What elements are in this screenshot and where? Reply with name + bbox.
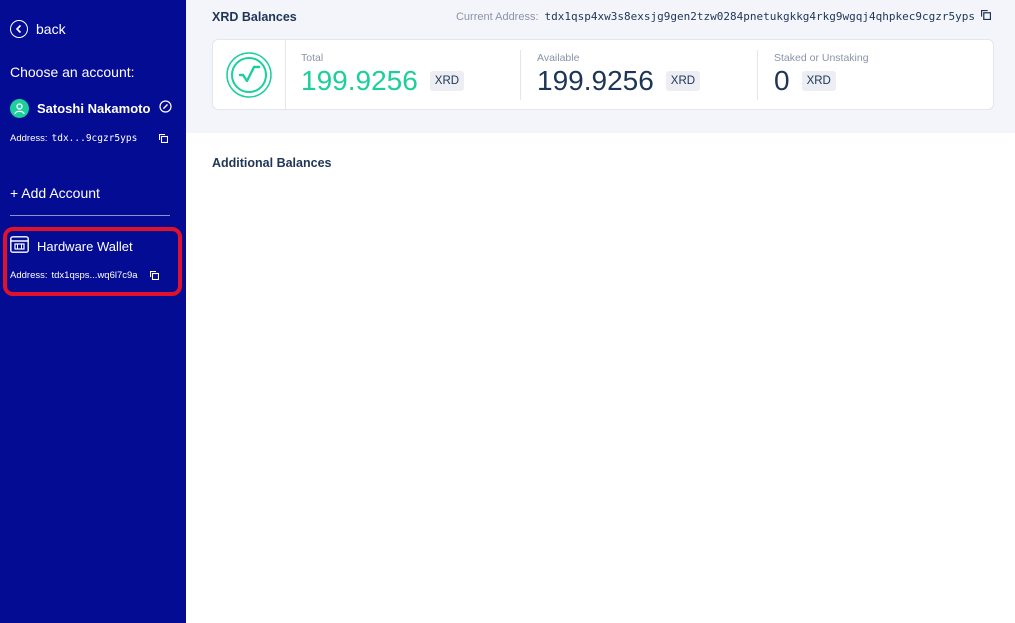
total-balance: Total 199.9256 XRD (301, 52, 465, 96)
sidebar: back Choose an account: Satoshi Nakamoto… (0, 0, 186, 623)
copy-icon[interactable] (980, 9, 992, 23)
divider (520, 50, 521, 100)
current-address-label: Current Address: (455, 10, 539, 23)
user-avatar-icon (10, 99, 29, 118)
page-title: XRD Balances (212, 10, 297, 24)
available-label: Available (537, 52, 580, 64)
account-address-row: Address: tdx...9cgzr5yps (10, 133, 169, 144)
hardware-wallet-icon (10, 236, 29, 256)
total-label: Total (301, 52, 324, 64)
hardware-wallet-item[interactable]: Hardware Wallet (10, 236, 133, 256)
back-label: back (36, 21, 66, 37)
radix-logo-icon (213, 40, 286, 109)
hardware-wallet-address-row: Address: tdx1qsps...wq6l7c9a (10, 270, 159, 281)
additional-balances-title: Additional Balances (212, 156, 332, 170)
account-item-satoshi[interactable]: Satoshi Nakamoto (10, 99, 172, 118)
available-value: 199.9256 (537, 65, 654, 96)
divider (10, 215, 170, 216)
chevron-left-icon (10, 20, 28, 38)
staked-balance: Staked or Unstaking 0 XRD (774, 52, 869, 96)
add-account-button[interactable]: + Add Account (10, 185, 100, 201)
current-address-row: Current Address: tdx1qsp4xw3s8exsjg9gen2… (455, 9, 992, 23)
staked-label: Staked or Unstaking (774, 52, 869, 64)
choose-account-label: Choose an account: (10, 64, 135, 80)
copy-icon[interactable] (149, 270, 159, 281)
hardware-wallet-address: tdx1qsps...wq6l7c9a (51, 270, 138, 281)
total-unit-badge: XRD (429, 71, 465, 91)
hardware-wallet-name: Hardware Wallet (37, 238, 133, 254)
available-balance: Available 199.9256 XRD (537, 52, 701, 96)
available-unit-badge: XRD (665, 71, 701, 91)
total-value: 199.9256 (301, 65, 418, 96)
copy-icon[interactable] (159, 133, 169, 144)
account-address: tdx...9cgzr5yps (51, 133, 138, 144)
address-label: Address: (10, 270, 48, 281)
staked-unit-badge: XRD (801, 71, 836, 91)
current-address-value: tdx1qsp4xw3s8exsjg9gen2tzw0284pnetukgkkg… (544, 10, 975, 23)
edit-icon[interactable] (159, 99, 172, 118)
divider (757, 50, 758, 100)
back-button[interactable]: back (10, 20, 66, 38)
balances-card: Total 199.9256 XRD Available 199.9256 XR… (212, 39, 994, 110)
address-label: Address: (10, 133, 48, 144)
account-name: Satoshi Nakamoto (37, 101, 151, 116)
staked-value: 0 (774, 65, 790, 96)
